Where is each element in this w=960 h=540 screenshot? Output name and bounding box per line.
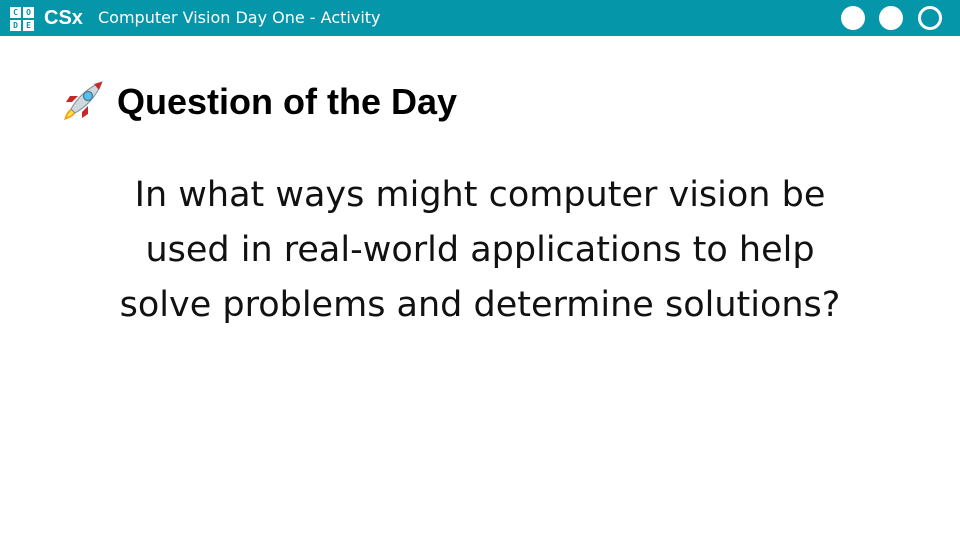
brand-name: CSx (44, 7, 83, 29)
question-text: In what ways might computer vision be us… (40, 168, 920, 333)
logo-letter-c: C (10, 7, 21, 18)
logo-letter-e: E (23, 20, 34, 31)
code-logo-icon: C O D E (10, 7, 34, 31)
question-line: solve problems and determine solutions? (119, 285, 841, 325)
logo-letter-o: O (23, 7, 34, 18)
logo-letter-d: D (10, 20, 21, 31)
page-title: Question of the Day (117, 81, 458, 122)
question-line: In what ways might computer vision be (134, 175, 826, 215)
question-line: used in real-world applications to help (145, 230, 815, 270)
top-bar: C O D E CSx Computer Vision Day One - Ac… (0, 0, 960, 36)
course-title: Computer Vision Day One - Activity (98, 8, 381, 27)
progress-dot-outline (918, 6, 942, 30)
rocket-icon (64, 81, 103, 120)
progress-dot-filled (879, 6, 903, 30)
progress-dot-filled (841, 6, 865, 30)
